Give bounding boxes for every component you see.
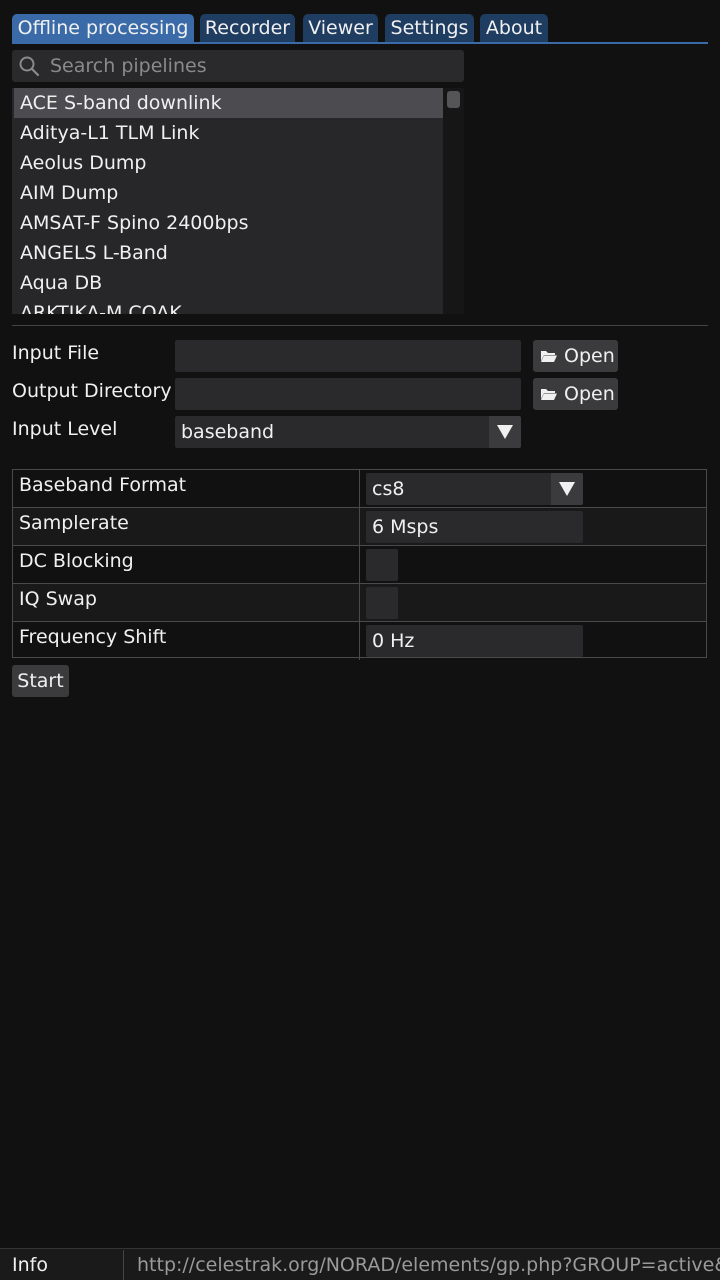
open-button-label: Open bbox=[564, 345, 615, 367]
tab-viewer[interactable]: Viewer bbox=[303, 14, 378, 43]
table-row-dc-blocking: DC Blocking bbox=[13, 546, 706, 584]
list-item[interactable]: ANGELS L-Band bbox=[14, 238, 443, 268]
status-message: http://celestrak.org/NORAD/elements/gp.p… bbox=[137, 1254, 720, 1276]
column-separator bbox=[359, 584, 360, 621]
frequency-shift-input[interactable]: 0 Hz bbox=[366, 625, 583, 657]
table-row-samplerate: Samplerate 6 Msps bbox=[13, 508, 706, 546]
input-level-arrow[interactable] bbox=[489, 416, 521, 448]
baseband-format-value: cs8 bbox=[372, 478, 405, 500]
open-button-label: Open bbox=[564, 383, 615, 405]
list-item[interactable]: Aqua DB bbox=[14, 268, 443, 298]
tab-underline bbox=[12, 42, 708, 44]
dc-blocking-label: DC Blocking bbox=[19, 550, 134, 572]
column-separator bbox=[359, 622, 360, 660]
folder-open-icon bbox=[541, 351, 557, 362]
search-input[interactable] bbox=[50, 50, 460, 82]
frequency-shift-label: Frequency Shift bbox=[19, 626, 167, 648]
output-directory-label: Output Directory bbox=[12, 380, 172, 402]
baseband-format-arrow[interactable] bbox=[551, 473, 583, 505]
start-button[interactable]: Start bbox=[12, 665, 69, 697]
status-bar: Info http://celestrak.org/NORAD/elements… bbox=[0, 1248, 720, 1280]
status-info-section: Info bbox=[0, 1250, 124, 1280]
tab-settings[interactable]: Settings bbox=[385, 14, 474, 43]
output-directory-open-button[interactable]: Open bbox=[533, 378, 618, 410]
list-item[interactable]: AIM Dump bbox=[14, 178, 443, 208]
list-item[interactable]: Aditya-L1 TLM Link bbox=[14, 118, 443, 148]
tab-bar: Offline processing Recorder Viewer Setti… bbox=[0, 0, 720, 44]
input-level-value: baseband bbox=[181, 421, 275, 443]
chevron-down-icon bbox=[559, 482, 575, 496]
baseband-format-dropdown[interactable]: cs8 bbox=[366, 473, 583, 505]
app-window: Offline processing Recorder Viewer Setti… bbox=[0, 0, 720, 1280]
table-row-frequency-shift: Frequency Shift 0 Hz bbox=[13, 622, 706, 660]
pipeline-list[interactable]: ACE S-band downlink Aditya-L1 TLM Link Aeo… bbox=[12, 88, 464, 314]
baseband-format-label: Baseband Format bbox=[19, 474, 187, 496]
iq-swap-checkbox[interactable] bbox=[366, 587, 398, 619]
status-info-label: Info bbox=[12, 1254, 48, 1276]
input-file-field bbox=[175, 340, 521, 372]
divider bbox=[12, 325, 708, 326]
column-separator bbox=[359, 546, 360, 583]
frequency-shift-value: 0 Hz bbox=[372, 630, 415, 652]
chevron-down-icon bbox=[497, 425, 513, 439]
samplerate-input[interactable]: 6 Msps bbox=[366, 511, 583, 543]
tab-recorder[interactable]: Recorder bbox=[200, 14, 295, 43]
input-file-open-button[interactable]: Open bbox=[533, 340, 618, 372]
tab-offline-processing[interactable]: Offline processing bbox=[12, 14, 194, 43]
pipeline-search bbox=[12, 50, 464, 82]
samplerate-value: 6 Msps bbox=[372, 516, 439, 538]
samplerate-label: Samplerate bbox=[19, 512, 129, 534]
pipeline-list-items: ACE S-band downlink Aditya-L1 TLM Link Aeo… bbox=[12, 88, 443, 314]
input-file-label: Input File bbox=[12, 342, 100, 364]
iq-swap-label: IQ Swap bbox=[19, 588, 97, 610]
column-separator bbox=[359, 470, 360, 507]
list-item[interactable]: AMSAT-F Spino 2400bps bbox=[14, 208, 443, 238]
baseband-settings-table: Baseband Format cs8 Samplerate 6 Msps DC… bbox=[12, 469, 707, 660]
pipeline-list-scrollbar[interactable] bbox=[443, 88, 464, 314]
input-level-dropdown[interactable]: baseband bbox=[175, 416, 521, 448]
input-level-label: Input Level bbox=[12, 418, 118, 440]
scrollbar-thumb[interactable] bbox=[447, 91, 460, 108]
table-row-iq-swap: IQ Swap bbox=[13, 584, 706, 622]
dc-blocking-checkbox[interactable] bbox=[366, 549, 398, 581]
tab-about[interactable]: About bbox=[480, 14, 548, 43]
output-directory-input[interactable] bbox=[175, 378, 521, 410]
output-directory-field bbox=[175, 378, 521, 410]
list-item[interactable]: ACE S-band downlink bbox=[14, 88, 443, 118]
search-icon bbox=[19, 56, 40, 77]
list-item[interactable]: Aeolus Dump bbox=[14, 148, 443, 178]
column-separator bbox=[359, 508, 360, 545]
input-file-input[interactable] bbox=[175, 340, 521, 372]
list-item[interactable]: ARKTIKA-M COAK bbox=[14, 298, 443, 314]
table-row-baseband-format: Baseband Format cs8 bbox=[13, 470, 706, 508]
folder-open-icon bbox=[541, 389, 557, 400]
